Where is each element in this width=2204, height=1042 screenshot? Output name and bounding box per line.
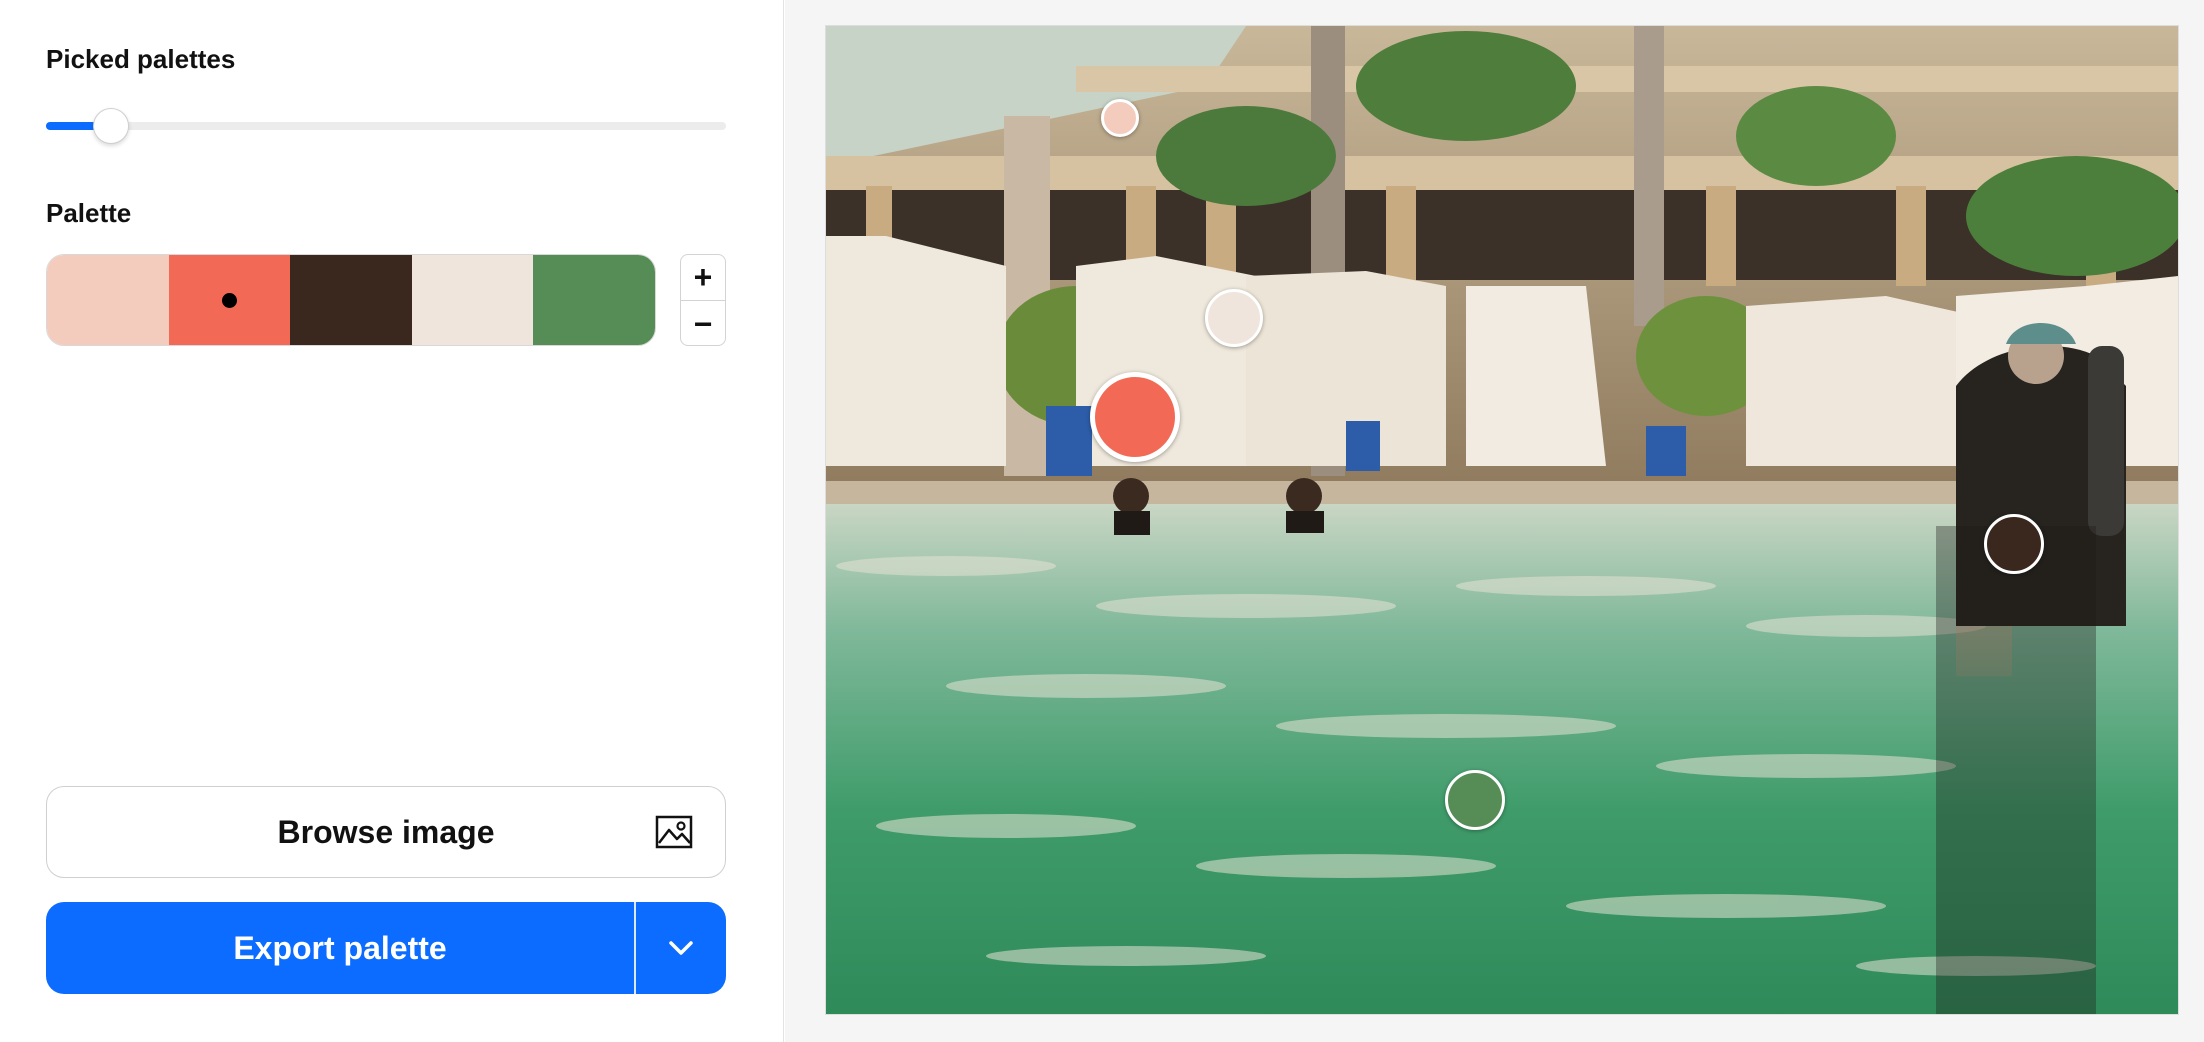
image-icon	[655, 815, 693, 849]
export-palette-button[interactable]: Export palette	[46, 902, 634, 994]
swatch-blush[interactable]	[47, 255, 169, 345]
picker-green[interactable]	[1445, 770, 1505, 830]
pool-photo-image	[826, 26, 2178, 1014]
remove-swatch-button[interactable]: −	[681, 301, 725, 345]
slider-thumb[interactable]	[92, 108, 129, 144]
swatch-coral[interactable]	[168, 255, 291, 345]
picked-palettes-title: Picked palettes	[46, 44, 236, 74]
sidebar-panel: Picked palettes Palette + − Browse image…	[0, 0, 784, 1042]
selected-indicator	[222, 293, 238, 308]
picked-palettes-slider[interactable]	[46, 108, 726, 144]
picker-blush[interactable]	[1101, 99, 1139, 137]
palette-title: Palette	[46, 198, 132, 228]
source-photo	[826, 26, 2178, 1014]
picker-cream[interactable]	[1205, 289, 1263, 347]
swatch-dark-brown[interactable]	[290, 255, 412, 345]
picker-coral[interactable]	[1090, 372, 1180, 462]
swatch-cream[interactable]	[411, 255, 534, 345]
swatch-count-stepper: + −	[680, 254, 726, 346]
chevron-down-icon	[669, 941, 693, 955]
export-palette-label: Export palette	[233, 929, 447, 966]
export-options-button[interactable]	[636, 902, 726, 994]
palette-swatches	[46, 254, 656, 346]
export-button-group: Export palette	[46, 902, 726, 994]
swatch-green[interactable]	[533, 255, 655, 345]
add-swatch-button[interactable]: +	[681, 255, 725, 301]
browse-image-label: Browse image	[277, 813, 495, 850]
browse-image-button[interactable]: Browse image	[46, 786, 726, 878]
picker-dark-brown[interactable]	[1984, 514, 2044, 574]
